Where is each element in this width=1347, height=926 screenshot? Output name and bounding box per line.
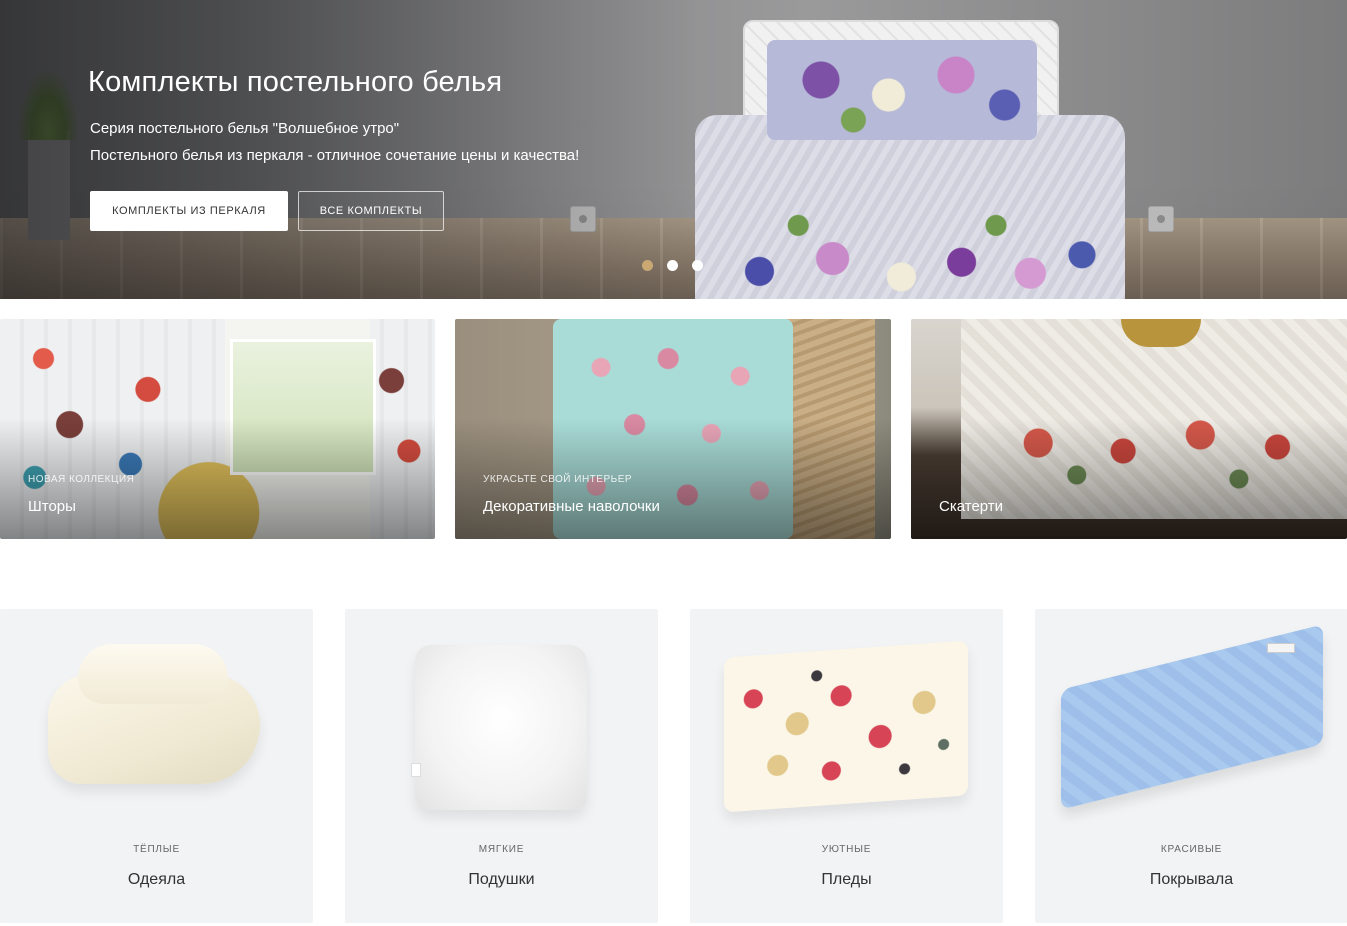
- hero-bed-image: [687, 20, 1135, 299]
- card-title: Одеяла: [127, 871, 186, 888]
- product-card-bedspreads[interactable]: КРАСИВЫЕ Покрывала: [1035, 609, 1347, 923]
- product-card-plaids[interactable]: УЮТНЫЕ Пледы: [690, 609, 1003, 923]
- card-kicker: МЯГКИЕ: [478, 844, 525, 855]
- blanket-image: [48, 644, 260, 804]
- percale-sets-button[interactable]: КОМПЛЕКТЫ ИЗ ПЕРКАЛЯ: [90, 191, 288, 231]
- card-title: Покрывала: [1149, 871, 1234, 888]
- slider-dot-2[interactable]: [667, 260, 678, 271]
- hero-subtitle: Постельного белья из перкаля - отличное …: [90, 147, 580, 164]
- plaid-image: [724, 640, 968, 813]
- banner-title[interactable]: Декоративные наволочки: [483, 498, 660, 515]
- hero-title: Комплекты постельного белья: [88, 66, 503, 98]
- wall-socket: [1148, 206, 1174, 232]
- banner-kicker: УКРАСЬТЕ СВОЙ ИНТЕРЬЕР: [483, 474, 633, 485]
- product-card-pillows[interactable]: МЯГКИЕ Подушки: [345, 609, 658, 923]
- card-kicker: КРАСИВЫЕ: [1160, 844, 1223, 855]
- pillow-image: [411, 645, 587, 810]
- slider-pagination: [642, 260, 703, 271]
- card-title: Подушки: [468, 871, 535, 888]
- bed-pillows: [767, 40, 1037, 140]
- all-sets-button[interactable]: ВСЕ КОМПЛЕКТЫ: [298, 191, 444, 231]
- slider-dot-1[interactable]: [642, 260, 653, 271]
- banner-title[interactable]: Скатерти: [939, 498, 1003, 515]
- card-kicker: УЮТНЫЕ: [821, 844, 872, 855]
- card-title: Пледы: [821, 871, 872, 888]
- hero-slider: Комплекты постельного белья Серия постел…: [0, 0, 1347, 299]
- bedspread-image: [1061, 624, 1323, 810]
- card-kicker: ТЁПЛЫЕ: [133, 844, 180, 855]
- slider-dot-3[interactable]: [692, 260, 703, 271]
- product-card-blankets[interactable]: ТЁПЛЫЕ Одеяла: [0, 609, 313, 923]
- hero-subtitle: Серия постельного белья "Волшебное утро": [90, 120, 400, 137]
- bed-cover: [695, 115, 1125, 299]
- banner-title[interactable]: Шторы: [28, 498, 76, 515]
- banner-kicker: НОВАЯ КОЛЛЕКЦИЯ: [28, 474, 135, 485]
